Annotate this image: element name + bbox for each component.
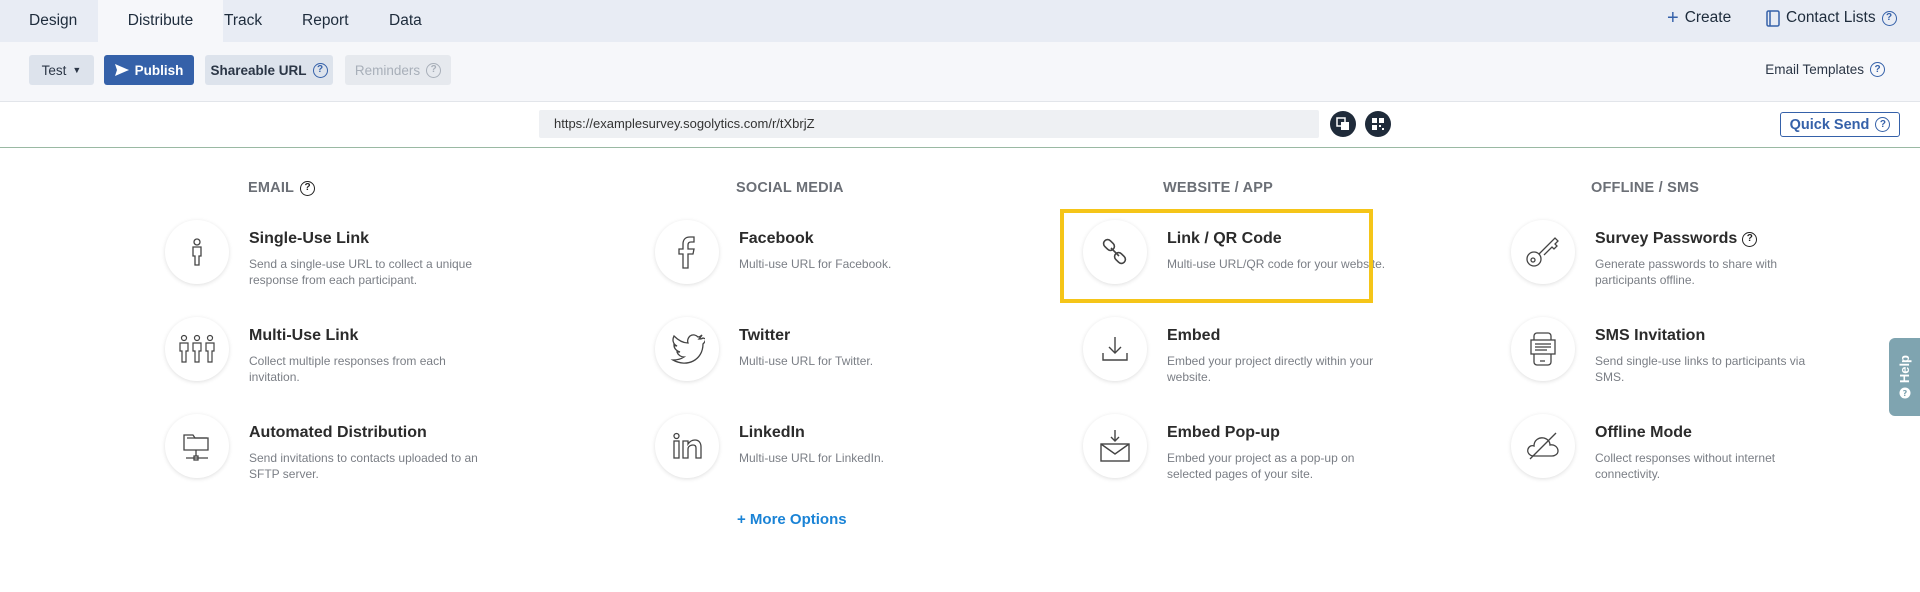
url-row: https://examplesurvey.sogolytics.com/r/t…	[0, 102, 1920, 148]
help-circle-icon: ?	[312, 62, 328, 78]
create-button[interactable]: + Create	[1667, 0, 1731, 36]
item-title: Facebook	[739, 230, 814, 247]
reminders-label: Reminders	[354, 62, 421, 78]
item-description: Collect multiple responses from each inv…	[249, 354, 446, 384]
tab-track[interactable]: Track	[224, 0, 262, 42]
item-title: Twitter	[739, 327, 791, 344]
item-description: Multi-use URL/QR code for your website.	[1167, 257, 1386, 271]
help-circle-icon: ?	[1881, 10, 1897, 26]
book-icon	[1766, 9, 1780, 27]
phone-message-icon	[1511, 317, 1575, 381]
email-templates-link[interactable]: Email Templates ?	[1765, 62, 1885, 77]
link-icon	[1083, 220, 1147, 284]
offline-sms-heading: OFFLINE / SMS	[1591, 180, 1700, 196]
social-media-heading: SOCIAL MEDIA	[736, 180, 844, 196]
download-icon	[1083, 317, 1147, 381]
item-description: Multi-use URL for LinkedIn.	[739, 451, 884, 465]
embed-option[interactable]: Embed Embed your project directly within…	[1083, 317, 1403, 391]
embed-popup-option[interactable]: Embed Pop-up Embed your project as a pop…	[1083, 414, 1403, 488]
item-title: LinkedIn	[739, 424, 805, 441]
item-description: Send invitations to contacts uploaded to…	[249, 451, 478, 481]
help-circle-icon: ?	[1875, 117, 1891, 132]
tab-design[interactable]: Design	[29, 0, 77, 42]
item-description: Send a single-use URL to collect a uniqu…	[249, 257, 473, 287]
contact-lists-button[interactable]: Contact Lists ?	[1766, 0, 1897, 36]
item-description: Collect responses without internet conne…	[1595, 451, 1776, 481]
email-heading-label: EMAIL	[248, 180, 295, 196]
key-icon	[1511, 220, 1575, 284]
help-circle-icon: ?	[1899, 387, 1911, 399]
help-tab-label: Help	[1897, 354, 1912, 384]
top-nav: Design Distribute Track Report Data + Cr…	[0, 0, 1920, 42]
website-app-heading: WEBSITE / APP	[1163, 180, 1274, 196]
item-title: Embed	[1167, 327, 1221, 344]
more-options-link[interactable]: + More Options	[737, 511, 847, 528]
publish-label: Publish	[134, 62, 184, 78]
item-title: Multi-Use Link	[249, 327, 359, 344]
item-description: Multi-use URL for Twitter.	[739, 354, 874, 368]
shareable-url-label: Shareable URL	[210, 62, 307, 78]
help-circle-icon[interactable]: ?	[1742, 231, 1758, 247]
envelope-download-icon	[1083, 414, 1147, 478]
group-icon	[165, 317, 229, 381]
help-circle-icon: ?	[1870, 62, 1885, 77]
tab-distribute[interactable]: Distribute	[98, 0, 223, 42]
multi-use-link-option[interactable]: Multi-Use Link Collect multiple response…	[165, 317, 485, 391]
tab-data[interactable]: Data	[389, 0, 422, 42]
copy-icon[interactable]	[1330, 111, 1356, 137]
survey-passwords-option[interactable]: Survey Passwords ? Generate passwords to…	[1511, 220, 1831, 294]
create-label: Create	[1684, 9, 1732, 26]
item-description: Embed your project as a pop-up on select…	[1167, 451, 1355, 481]
twitter-option[interactable]: Twitter Multi-use URL for Twitter.	[655, 317, 975, 391]
caret-down-icon: ▼	[72, 65, 82, 75]
reminders-button[interactable]: Reminders ?	[345, 55, 451, 85]
item-title: Offline Mode	[1595, 424, 1692, 441]
cloud-off-icon	[1511, 414, 1575, 478]
linkedin-option[interactable]: LinkedIn Multi-use URL for LinkedIn.	[655, 414, 975, 488]
email-templates-label: Email Templates	[1765, 62, 1864, 77]
svg-text:?: ?	[1902, 389, 1907, 398]
item-title: SMS Invitation	[1595, 327, 1706, 344]
person-icon	[165, 220, 229, 284]
contact-lists-label: Contact Lists	[1786, 9, 1876, 26]
distribute-toolbar: Test ▼ Publish Shareable URL ? Reminders…	[0, 42, 1920, 102]
item-title: Embed Pop-up	[1167, 424, 1280, 441]
quick-send-button[interactable]: Quick Send ?	[1780, 112, 1900, 137]
survey-url-field[interactable]: https://examplesurvey.sogolytics.com/r/t…	[539, 110, 1319, 138]
folder-network-icon	[165, 414, 229, 478]
help-side-tab[interactable]: Help ?	[1889, 338, 1920, 416]
item-title: Automated Distribution	[249, 424, 427, 441]
automated-distribution-option[interactable]: Automated Distribution Send invitations …	[165, 414, 485, 488]
sms-invitation-option[interactable]: SMS Invitation Send single-use links to …	[1511, 317, 1831, 391]
item-description: Generate passwords to share with partici…	[1595, 257, 1778, 287]
qr-code-icon[interactable]	[1365, 111, 1391, 137]
tab-report[interactable]: Report	[302, 0, 349, 42]
send-icon	[114, 64, 129, 76]
twitter-icon	[655, 317, 719, 381]
single-use-link-option[interactable]: Single-Use Link Send a single-use URL to…	[165, 220, 485, 294]
item-description: Multi-use URL for Facebook.	[739, 257, 892, 271]
plus-icon: +	[1667, 7, 1679, 29]
quick-send-label: Quick Send	[1789, 116, 1870, 133]
item-description: Send single-use links to participants vi…	[1595, 354, 1806, 384]
help-circle-icon[interactable]: ?	[300, 180, 316, 196]
item-description: Embed your project directly within your …	[1167, 354, 1374, 384]
facebook-option[interactable]: Facebook Multi-use URL for Facebook.	[655, 220, 975, 294]
item-title-text: Survey Passwords	[1595, 230, 1738, 247]
item-title: Single-Use Link	[249, 230, 370, 247]
email-heading: EMAIL ?	[248, 180, 316, 196]
help-circle-icon: ?	[426, 62, 442, 78]
test-dropdown[interactable]: Test ▼	[29, 55, 94, 85]
facebook-icon	[655, 220, 719, 284]
offline-mode-option[interactable]: Offline Mode Collect responses without i…	[1511, 414, 1831, 488]
publish-button[interactable]: Publish	[104, 55, 194, 85]
item-title: Link / QR Code	[1167, 230, 1282, 247]
link-qr-code-option[interactable]: Link / QR Code Multi-use URL/QR code for…	[1083, 220, 1403, 294]
shareable-url-button[interactable]: Shareable URL ?	[205, 55, 333, 85]
item-title: Survey Passwords ?	[1595, 230, 1758, 248]
test-label: Test	[41, 62, 67, 78]
linkedin-icon	[655, 414, 719, 478]
